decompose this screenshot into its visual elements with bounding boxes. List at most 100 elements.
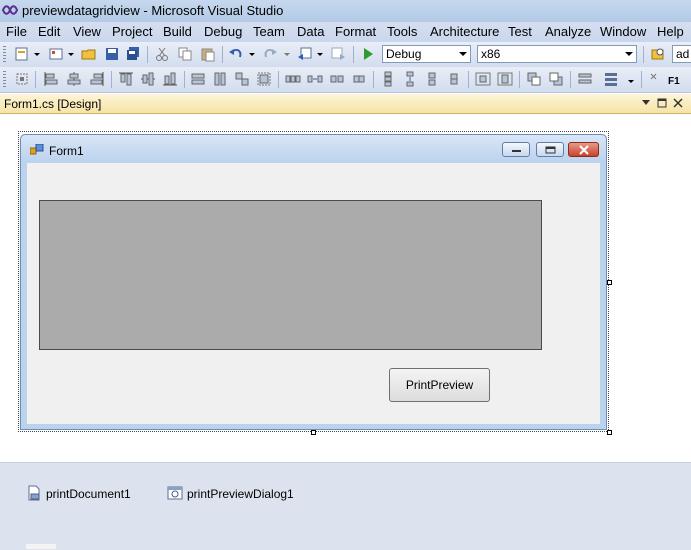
restore-icon <box>545 146 556 154</box>
bring-to-front-icon[interactable] <box>526 71 542 87</box>
menu-project[interactable]: Project <box>112 24 152 39</box>
increase-vertical-spacing-icon[interactable] <box>402 71 418 87</box>
dropdown-arrow-icon[interactable] <box>67 46 75 62</box>
save-icon[interactable] <box>104 46 120 62</box>
form1-window[interactable]: Form1 PrintPreview <box>20 134 607 430</box>
standard-toolbar: Debug x86 ad <box>0 42 691 68</box>
menu-format[interactable]: Format <box>335 24 376 39</box>
dropdown-arrow-icon[interactable] <box>627 71 635 87</box>
solution-configuration-combo[interactable]: Debug <box>382 45 471 63</box>
resize-handle-bottom[interactable] <box>311 430 316 435</box>
dropdown-arrow-icon[interactable] <box>316 46 324 62</box>
align-middles-icon[interactable] <box>140 71 156 87</box>
print-preview-dialog-icon <box>167 486 183 500</box>
size-to-grid-icon[interactable] <box>256 71 272 87</box>
resize-handle-right[interactable] <box>607 280 612 285</box>
find-input[interactable]: ad <box>672 45 691 63</box>
center-vertically-icon[interactable] <box>497 71 513 87</box>
tray-item-label: printDocument1 <box>46 487 131 501</box>
menu-build[interactable]: Build <box>163 24 192 39</box>
menu-test[interactable]: Test <box>508 24 532 39</box>
visual-studio-icon <box>2 5 18 15</box>
open-folder-icon[interactable] <box>81 46 97 62</box>
remove-vertical-spacing-icon[interactable] <box>446 71 462 87</box>
data-grid-view[interactable] <box>39 200 542 350</box>
make-same-width-icon[interactable] <box>190 71 206 87</box>
menu-data[interactable]: Data <box>297 24 324 39</box>
status-strip <box>26 544 56 549</box>
chevron-down-icon <box>625 52 633 56</box>
tray-item-label: printPreviewDialog1 <box>187 487 294 501</box>
align-rights-icon[interactable] <box>89 71 105 87</box>
menu-help[interactable]: Help <box>657 24 684 39</box>
navigate-backward-icon[interactable] <box>297 46 313 62</box>
resize-handle-bottom-right[interactable] <box>607 430 612 435</box>
toolbar-grip[interactable] <box>3 71 6 88</box>
menu-debug[interactable]: Debug <box>204 24 242 39</box>
help-f1-label[interactable]: F1 <box>668 76 680 87</box>
menu-analyze[interactable]: Analyze <box>545 24 591 39</box>
make-same-height-icon[interactable] <box>212 71 228 87</box>
menu-tools[interactable]: Tools <box>387 24 417 39</box>
align-tops-icon[interactable] <box>118 71 134 87</box>
tray-item-print-preview-dialog[interactable]: printPreviewDialog1 <box>167 485 294 501</box>
form-close-button[interactable] <box>568 142 599 157</box>
align-lefts-icon[interactable] <box>43 71 59 87</box>
chevron-down-icon <box>459 52 467 56</box>
align-bottoms-icon[interactable] <box>162 71 178 87</box>
dropdown-arrow-icon[interactable] <box>283 46 291 62</box>
minimize-icon <box>512 150 521 152</box>
window-title: previewdatagridview - Microsoft Visual S… <box>22 3 284 18</box>
add-item-icon[interactable] <box>48 46 64 62</box>
menu-team[interactable]: Team <box>253 24 285 39</box>
close-icon <box>579 145 589 155</box>
tab-dropdown-icon[interactable] <box>642 100 650 106</box>
form-maximize-button[interactable] <box>536 142 564 157</box>
find-in-files-icon[interactable] <box>650 46 666 62</box>
form-icon <box>30 144 44 155</box>
doc-tab-form1-design[interactable]: Form1.cs [Design] <box>4 97 101 111</box>
align-centers-icon[interactable] <box>66 71 82 87</box>
form-caption-bar: Form1 <box>21 135 606 161</box>
copy-icon[interactable] <box>177 46 193 62</box>
layout-toolbar: F1 <box>0 67 691 93</box>
menu-architecture[interactable]: Architecture <box>430 24 499 39</box>
redo-icon[interactable] <box>262 46 278 62</box>
remove-horizontal-spacing-icon[interactable] <box>351 71 367 87</box>
menu-file[interactable]: File <box>6 24 27 39</box>
send-to-back-icon[interactable] <box>548 71 564 87</box>
new-project-icon[interactable] <box>14 46 30 62</box>
align-to-grid-icon[interactable] <box>14 71 30 87</box>
start-debugging-icon[interactable] <box>360 46 376 62</box>
maximize-icon[interactable] <box>657 98 667 108</box>
tray-item-print-document[interactable]: printDocument1 <box>26 485 131 501</box>
close-icon[interactable] <box>673 98 683 108</box>
menu-view[interactable]: View <box>73 24 101 39</box>
center-horizontally-icon[interactable] <box>475 71 491 87</box>
menu-edit[interactable]: Edit <box>38 24 60 39</box>
paste-icon[interactable] <box>200 46 216 62</box>
undo-icon[interactable] <box>228 46 244 62</box>
make-same-size-icon[interactable] <box>234 71 250 87</box>
form-minimize-button[interactable] <box>502 142 530 157</box>
form-title: Form1 <box>49 144 84 158</box>
print-preview-button[interactable]: PrintPreview <box>389 368 490 402</box>
horizontal-spacing-equal-icon[interactable] <box>285 71 301 87</box>
decrease-vertical-spacing-icon[interactable] <box>424 71 440 87</box>
increase-horizontal-spacing-icon[interactable] <box>307 71 323 87</box>
toolbar-options-icon[interactable] <box>648 71 664 87</box>
menu-window[interactable]: Window <box>600 24 646 39</box>
decrease-horizontal-spacing-icon[interactable] <box>329 71 345 87</box>
dropdown-arrow-icon[interactable] <box>33 46 41 62</box>
solution-platform-combo[interactable]: x86 <box>477 45 637 63</box>
navigate-forward-icon[interactable] <box>330 46 346 62</box>
vertical-spacing-equal-icon[interactable] <box>380 71 396 87</box>
component-tray: printDocument1 printPreviewDialog1 <box>0 462 691 550</box>
dropdown-arrow-icon[interactable] <box>248 46 256 62</box>
tab-order-icon[interactable] <box>577 71 593 87</box>
form-client-area[interactable]: PrintPreview <box>27 163 600 424</box>
save-all-icon[interactable] <box>125 46 141 62</box>
cut-icon[interactable] <box>154 46 170 62</box>
lock-controls-icon[interactable] <box>604 71 620 87</box>
toolbar-grip[interactable] <box>3 46 6 63</box>
